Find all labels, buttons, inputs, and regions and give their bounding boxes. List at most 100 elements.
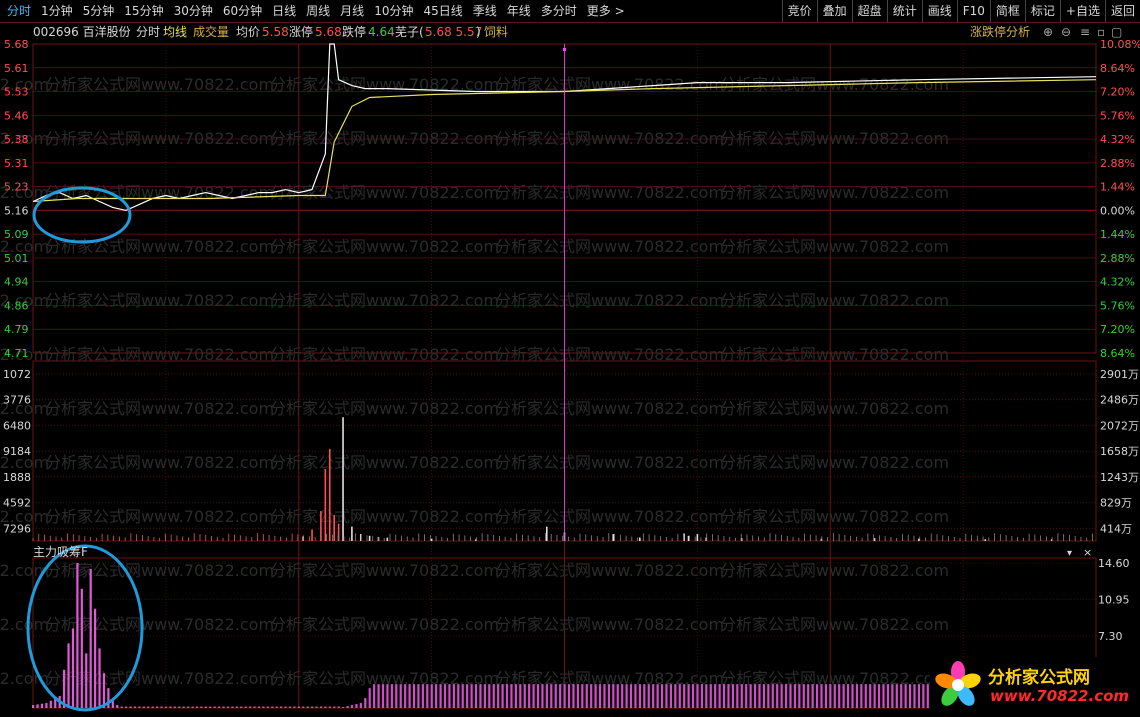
- volume-bar-small: [930, 533, 932, 541]
- window-icon[interactable]: ▫: [1097, 23, 1105, 41]
- zoom-out-icon[interactable]: ⊖: [1061, 23, 1071, 41]
- watermark-text: 分析家公式网www.70822.com: [720, 507, 949, 526]
- volume-bar: [333, 515, 335, 541]
- indicator-bar: [820, 684, 823, 708]
- volume-bar-small: [326, 533, 328, 541]
- chart-area[interactable]: 分析家公式网www.70822.com分析家公式网www.70822.com分析…: [0, 0, 1140, 717]
- indicator-bar: [572, 684, 575, 708]
- tab-period-5[interactable]: 60分钟: [218, 0, 267, 22]
- pct-tick-label: 1.44%: [1100, 181, 1135, 194]
- toolbar-button-5[interactable]: F10: [956, 0, 990, 22]
- volume-bar-small: [608, 533, 610, 541]
- volume-bar-small: [124, 537, 126, 541]
- tab-period-8[interactable]: 月线: [335, 0, 369, 22]
- toolbar-button-3[interactable]: 统计: [886, 0, 922, 22]
- indicator-bar: [505, 684, 509, 708]
- volume-bar-small: [406, 536, 408, 541]
- toolbar-button-9[interactable]: 返回: [1104, 0, 1140, 22]
- indicator-bar: [257, 706, 261, 708]
- indicator-bar: [116, 705, 119, 708]
- indicator-bar: [585, 684, 588, 708]
- volume-bar-small: [660, 536, 662, 541]
- close-icon[interactable]: ×: [1083, 546, 1092, 559]
- tab-period-10[interactable]: 45日线: [418, 0, 467, 22]
- volume-bar-small: [763, 537, 765, 541]
- indicator-bar: [138, 706, 141, 708]
- indicator-bar: [904, 684, 907, 708]
- tab-period-11[interactable]: 季线: [468, 0, 502, 22]
- indicator-bar: [443, 684, 447, 708]
- tab-period-9[interactable]: 10分钟: [369, 0, 418, 22]
- tab-period-14[interactable]: 更多 >: [582, 0, 630, 22]
- volume-bar-small: [199, 534, 201, 541]
- volume-bar-small: [1057, 533, 1059, 541]
- volume-bar-small: [170, 534, 172, 541]
- volume-bar-small: [781, 535, 782, 541]
- toolbar-button-2[interactable]: 超盘: [851, 0, 887, 22]
- indicator-bar: [793, 684, 797, 708]
- indicator-bar: [45, 703, 48, 708]
- settings-icon[interactable]: ≡: [1080, 23, 1090, 41]
- sub-indicator-title[interactable]: 主力吸筹F: [33, 544, 88, 560]
- indicator-bar: [80, 588, 83, 708]
- volume-bar-small: [504, 536, 506, 541]
- tab-period-6[interactable]: 日线: [267, 0, 301, 22]
- toolbar-button-8[interactable]: +自选: [1059, 0, 1105, 22]
- dropdown-icon[interactable]: ▾: [1067, 548, 1072, 559]
- indicator-bar: [625, 684, 628, 708]
- toolbar-button-6[interactable]: 简框: [989, 0, 1025, 22]
- indicator-bar: [249, 706, 252, 708]
- volume-bar-small: [694, 536, 696, 541]
- toolbar-button-4[interactable]: 画线: [921, 0, 957, 22]
- tab-period-2[interactable]: 5分钟: [78, 0, 120, 22]
- watermark-text: 分析家公式网www.70822.com: [270, 129, 499, 148]
- watermark-text: 分析家公式网www.70822.com: [720, 129, 949, 148]
- avg-line-label[interactable]: 均线: [163, 23, 187, 41]
- tab-period-4[interactable]: 30分钟: [169, 0, 218, 22]
- toolbar-button-7[interactable]: 标记: [1024, 0, 1060, 22]
- tab-period-1[interactable]: 1分钟: [36, 0, 78, 22]
- vol-right-tick-label: 829万: [1100, 497, 1132, 510]
- tab-period-7[interactable]: 周线: [301, 0, 335, 22]
- volume-label[interactable]: 成交量: [193, 23, 229, 41]
- indicator-bar: [49, 700, 52, 708]
- sector-tag[interactable]: 饲料: [484, 23, 508, 41]
- watermark-text: 分析家公式网www.70822.com: [495, 291, 724, 310]
- tab-period-3[interactable]: 15分钟: [119, 0, 168, 22]
- indicator-bar: [771, 684, 774, 708]
- pct-tick-label: 2.88%: [1100, 157, 1135, 170]
- volume-bar-small: [527, 535, 529, 541]
- vol-right-tick-label: 1243万: [1100, 471, 1139, 484]
- indicator-bar: [758, 684, 761, 708]
- toolbar-button-0[interactable]: 竞价: [781, 0, 817, 22]
- indicator-bar: [869, 684, 872, 708]
- volume-bar-small: [498, 535, 500, 541]
- indicator-bar: [603, 684, 606, 708]
- tab-period-0[interactable]: 分时: [2, 0, 36, 22]
- indicator-bar: [731, 684, 735, 708]
- zoom-in-icon[interactable]: ⊕: [1043, 23, 1053, 41]
- volume-bar-small: [424, 534, 425, 541]
- watermark-text: 分析家公式网www.70822.com: [495, 615, 724, 634]
- sub-chart-controls[interactable]: ▾ ×: [1067, 546, 1092, 559]
- indicator-bar: [660, 684, 664, 708]
- indicator-bar: [324, 706, 327, 708]
- indicator-bar: [342, 707, 345, 708]
- volume-bar-small: [953, 537, 955, 541]
- limit-analysis-link[interactable]: 涨跌停分析: [970, 23, 1030, 41]
- volume-bar-small: [262, 534, 264, 541]
- watermark-text: 分析家公式网www.70822.com: [45, 453, 274, 472]
- tab-period-12[interactable]: 年线: [502, 0, 536, 22]
- watermark-text: 分析家公式网www.70822.com: [720, 237, 949, 256]
- indicator-bar: [860, 684, 863, 708]
- indicator-bar: [696, 684, 699, 708]
- indicator-bar: [262, 706, 265, 708]
- toolbar-button-1[interactable]: 叠加: [816, 0, 852, 22]
- volume-bar-small: [44, 534, 45, 541]
- maximize-icon[interactable]: ▢: [1111, 23, 1122, 41]
- watermark-text: 分析家公式网www.70822.com: [495, 129, 724, 148]
- indicator-bar: [231, 706, 234, 708]
- tab-period-13[interactable]: 多分时: [536, 0, 582, 22]
- indicator-bar: [576, 684, 579, 708]
- indicator-bar: [288, 706, 292, 708]
